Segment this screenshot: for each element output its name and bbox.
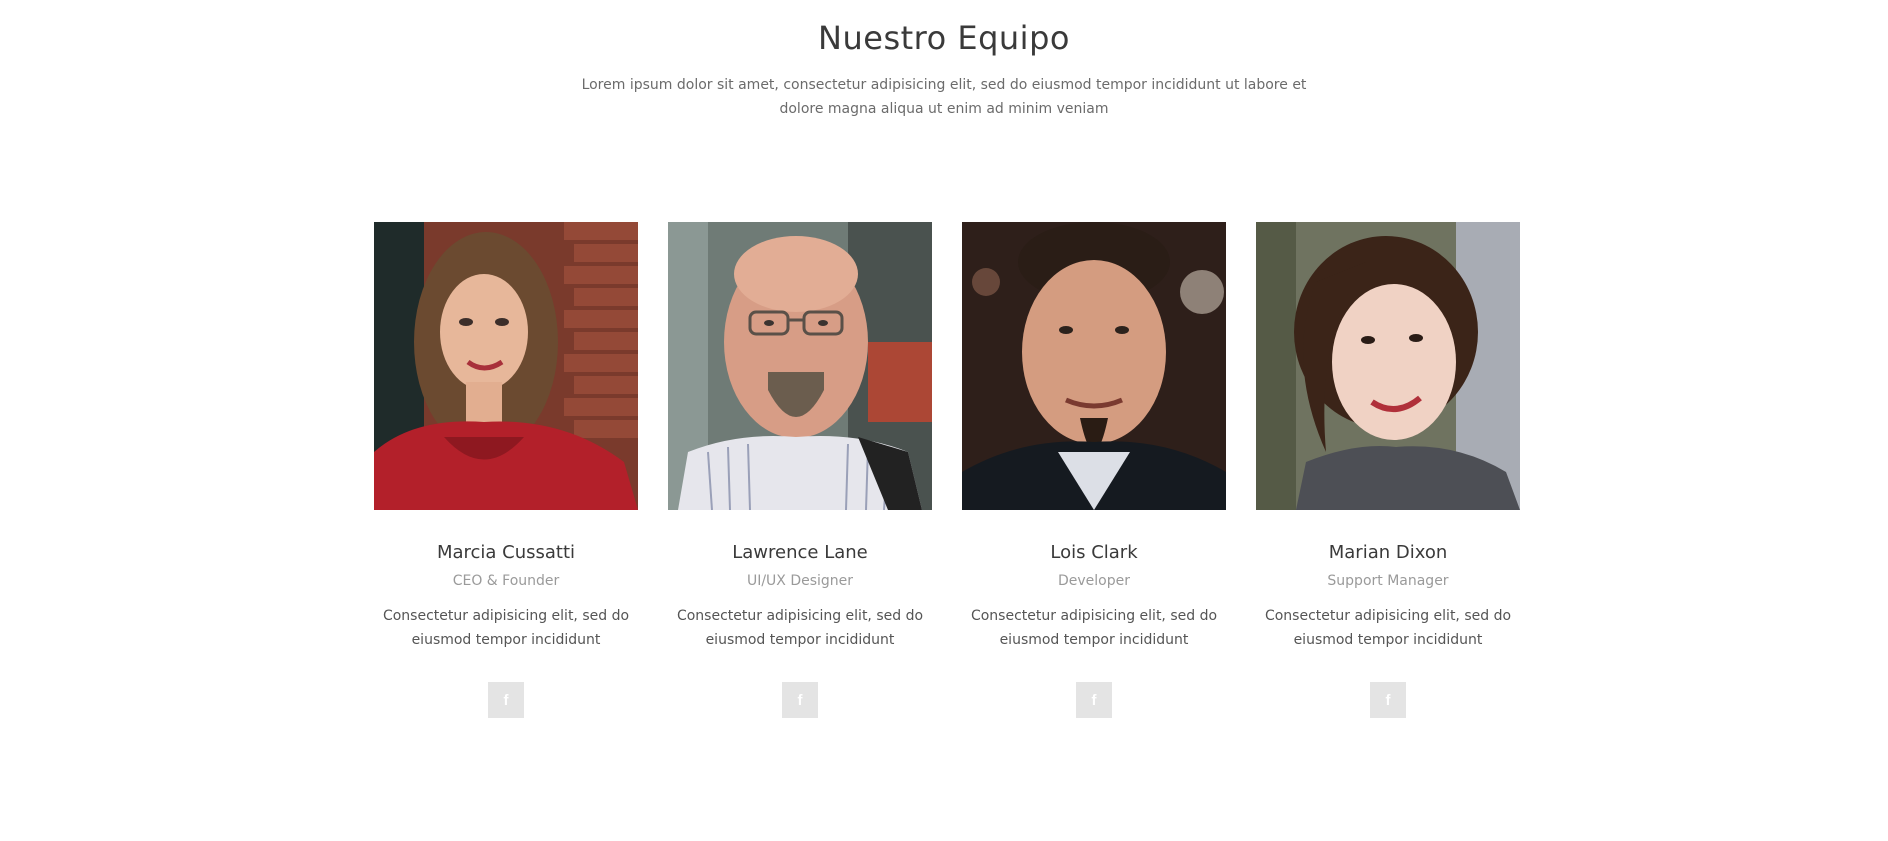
member-photo [962, 222, 1226, 510]
member-name: Lawrence Lane [732, 542, 868, 563]
member-description: Consectetur adipisicing elit, sed do eiu… [970, 608, 1218, 648]
team-grid: Marcia Cussatti CEO & Founder Consectetu… [374, 222, 1520, 722]
member-photo [668, 222, 932, 510]
facebook-button[interactable]: f [488, 682, 524, 718]
section-subtitle: Lorem ipsum dolor sit amet, consectetur … [581, 77, 1307, 117]
team-member-card: Marian Dixon Support Manager Consectetur… [1256, 222, 1520, 718]
facebook-icon: f [1091, 691, 1097, 709]
member-role: Developer [1057, 573, 1130, 589]
team-member-card: Lois Clark Developer Consectetur adipisi… [962, 222, 1226, 718]
member-photo [374, 222, 638, 510]
member-role: Support Manager [1327, 573, 1449, 589]
member-role: CEO & Founder [452, 573, 560, 589]
team-member-card: Lawrence Lane UI/UX Designer Consectetur… [668, 222, 932, 718]
member-description: Consectetur adipisicing elit, sed do eiu… [382, 608, 630, 648]
facebook-button[interactable]: f [1076, 682, 1112, 718]
facebook-icon: f [1385, 691, 1391, 709]
facebook-button[interactable]: f [782, 682, 818, 718]
member-name: Marcia Cussatti [436, 542, 576, 563]
member-photo [1256, 222, 1520, 510]
facebook-button[interactable]: f [1370, 682, 1406, 718]
facebook-icon: f [503, 691, 509, 709]
section-title: Nuestro Equipo [818, 19, 1070, 57]
team-page: Nuestro Equipo Lorem ipsum dolor sit ame… [0, 0, 1888, 841]
team-member-card: Marcia Cussatti CEO & Founder Consectetu… [374, 222, 638, 718]
member-description: Consectetur adipisicing elit, sed do eiu… [676, 608, 924, 648]
member-description: Consectetur adipisicing elit, sed do eiu… [1264, 608, 1512, 648]
member-name: Marian Dixon [1328, 542, 1448, 563]
facebook-icon: f [797, 691, 803, 709]
member-role: UI/UX Designer [746, 573, 854, 589]
member-name: Lois Clark [1050, 542, 1138, 563]
